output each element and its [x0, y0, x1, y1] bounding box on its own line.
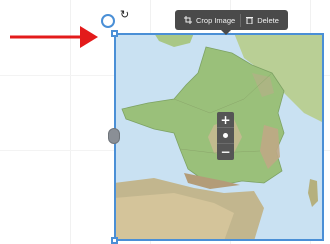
- zoom-control: + −: [217, 112, 234, 160]
- plus-icon: +: [220, 112, 231, 127]
- rotate-icon[interactable]: ↻: [120, 9, 129, 21]
- rotate-handle[interactable]: [101, 14, 115, 28]
- trash-icon: [246, 17, 254, 24]
- crop-image-label: Crop Image: [196, 15, 236, 25]
- resize-handle-left[interactable]: [108, 128, 120, 144]
- zoom-in-button[interactable]: +: [217, 112, 234, 128]
- crop-icon: [184, 16, 192, 24]
- annotation-arrow: [10, 26, 98, 48]
- delete-label: Delete: [257, 15, 279, 25]
- zoom-out-button[interactable]: −: [217, 144, 234, 160]
- minus-icon: −: [220, 145, 231, 159]
- resize-handle-bottom-left[interactable]: [111, 237, 118, 244]
- resize-handle-top-left[interactable]: [111, 30, 118, 37]
- delete-button[interactable]: Delete: [241, 10, 284, 30]
- image-toolbar: Crop Image Delete: [175, 10, 288, 35]
- dot-icon: [223, 133, 228, 138]
- crop-image-button[interactable]: Crop Image: [179, 10, 240, 30]
- zoom-reset-button[interactable]: [217, 128, 234, 144]
